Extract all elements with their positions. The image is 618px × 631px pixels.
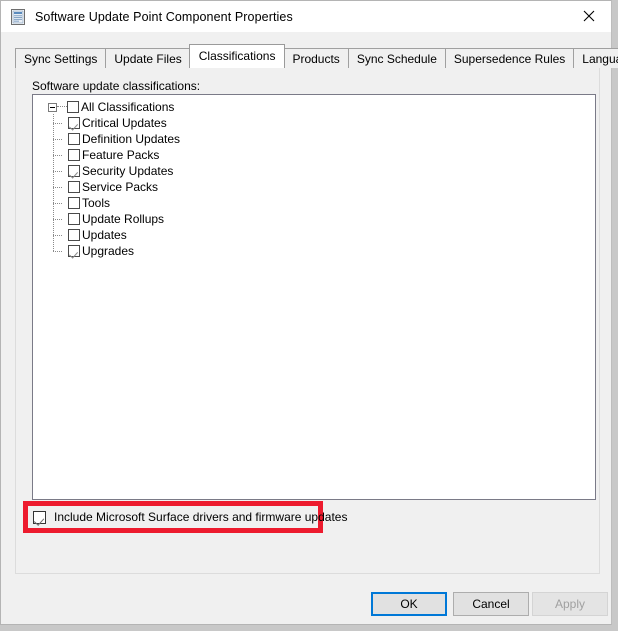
tab-languages[interactable]: Languages (573, 48, 618, 68)
tree-node-definition-updates[interactable]: Definition Updates (39, 130, 595, 147)
tab-classifications[interactable]: Classifications (188, 44, 286, 68)
tree-connector-line (39, 194, 68, 211)
tree-node-label: Upgrades (82, 244, 135, 258)
checkbox-updates[interactable] (68, 229, 80, 241)
tree-node-label: All Classifications (81, 100, 175, 114)
checkbox-security-updates[interactable] (68, 165, 80, 177)
classifications-label: Software update classifications: (32, 79, 201, 93)
tree-connector-line (57, 106, 67, 108)
tree-node-service-packs[interactable]: Service Packs (39, 178, 595, 195)
tree-node-feature-packs[interactable]: Feature Packs (39, 146, 595, 163)
collapse-expander-icon[interactable] (48, 102, 57, 112)
tree-node-label: Security Updates (82, 164, 174, 178)
checkbox-service-packs[interactable] (68, 181, 80, 193)
tree-node-updates[interactable]: Updates (39, 226, 595, 243)
tree-node-label: Definition Updates (82, 132, 181, 146)
tree-node-label: Tools (82, 196, 111, 210)
tree-connector-line (39, 242, 68, 259)
checkbox-upgrades[interactable] (68, 245, 80, 257)
tree-connector-line (39, 162, 68, 179)
tab-products[interactable]: Products (283, 48, 349, 68)
tab-supersedence-rules[interactable]: Supersedence Rules (444, 48, 575, 68)
checkbox-all-classifications[interactable] (67, 101, 79, 113)
apply-button[interactable]: Apply (532, 592, 608, 616)
title-bar: Software Update Point Component Properti… (1, 1, 611, 32)
tree-node-label: Update Rollups (82, 212, 165, 226)
surface-drivers-option[interactable]: Include Microsoft Surface drivers and fi… (33, 506, 347, 528)
tree-node-label: Feature Packs (82, 148, 160, 162)
tree-connector-line (39, 226, 68, 243)
checkbox-definition-updates[interactable] (68, 133, 80, 145)
checkbox-critical-updates[interactable] (68, 117, 80, 129)
tree-node-label: Critical Updates (82, 116, 167, 130)
checkbox-update-rollups[interactable] (68, 213, 80, 225)
checkbox-tools[interactable] (68, 197, 80, 209)
tree-node-label: Service Packs (82, 180, 159, 194)
classifications-tree: All Classifications Critical Updates Def… (33, 95, 595, 259)
properties-window-icon (10, 8, 26, 25)
tree-node-upgrades[interactable]: Upgrades (39, 242, 595, 259)
tree-node-security-updates[interactable]: Security Updates (39, 162, 595, 179)
tree-node-label: Updates (82, 228, 127, 242)
surface-drivers-label: Include Microsoft Surface drivers and fi… (54, 510, 348, 524)
tree-node-update-rollups[interactable]: Update Rollups (39, 210, 595, 227)
cancel-button[interactable]: Cancel (453, 592, 529, 616)
tab-sync-settings[interactable]: Sync Settings (15, 48, 107, 68)
ok-button[interactable]: OK (371, 592, 447, 616)
tree-node-all-classifications[interactable]: All Classifications (39, 99, 595, 115)
checkbox-include-surface-drivers[interactable] (33, 510, 46, 524)
close-icon[interactable] (566, 1, 611, 31)
checkbox-feature-packs[interactable] (68, 149, 80, 161)
tree-connector-line (39, 114, 68, 131)
properties-dialog-window: Software Update Point Component Properti… (0, 0, 618, 625)
tab-sync-schedule[interactable]: Sync Schedule (347, 48, 446, 68)
tree-connector-line (39, 146, 68, 163)
tree-connector-line (39, 130, 68, 147)
window-title: Software Update Point Component Properti… (35, 9, 293, 24)
tab-strip: Sync Settings Update Files Classificatio… (15, 44, 618, 68)
classifications-tree-panel[interactable]: All Classifications Critical Updates Def… (32, 94, 596, 500)
tree-node-critical-updates[interactable]: Critical Updates (39, 114, 595, 131)
tab-update-files[interactable]: Update Files (105, 48, 191, 68)
tree-connector-line (39, 178, 68, 195)
tree-connector-line (39, 210, 68, 227)
tree-node-tools[interactable]: Tools (39, 194, 595, 211)
